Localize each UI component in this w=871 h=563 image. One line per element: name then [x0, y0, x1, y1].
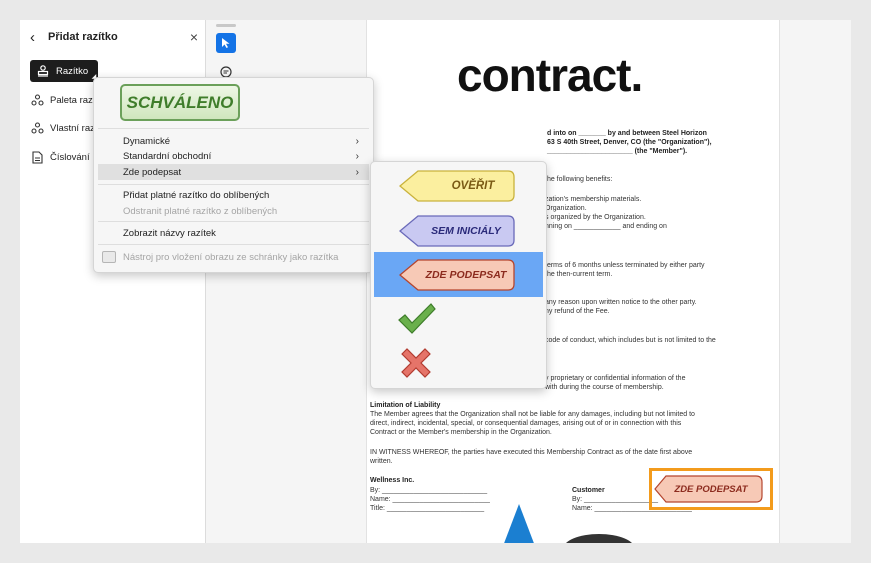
menu-item-sign-here[interactable]: Zde podepsat › — [98, 164, 369, 180]
body-line: nning on ____________ and ending on — [545, 223, 667, 230]
body-line: s organized by the Organization. — [545, 214, 646, 221]
liability-line: Contract or the Member's membership in t… — [370, 429, 552, 436]
close-icon[interactable]: × — [190, 29, 198, 45]
body-line: code of conduct, which includes but is n… — [545, 337, 716, 344]
stamp-label: OVĚŘIT — [451, 180, 495, 192]
party-left-by: By: ___________________________ — [370, 487, 488, 494]
witness-line: IN WITNESS WHEREOF, the parties have exe… — [370, 449, 693, 456]
stamp-palette-icon — [30, 93, 44, 107]
body-line: ny refund of the Fee. — [545, 308, 610, 315]
party-left-title-line: Title: _________________________ — [370, 505, 485, 512]
body-line: Organization. — [545, 205, 587, 212]
liability-line: direct, indirect, incidental, special, o… — [370, 420, 682, 427]
party-right-name: Customer — [572, 487, 605, 494]
menu-item-label: Dynamické — [123, 135, 170, 147]
party-right-by: By: ___________________ — [572, 496, 659, 503]
menu-divider — [98, 128, 369, 129]
stamp-label: ZDE PODEPSAT — [425, 269, 507, 281]
placed-stamp: ZDE PODEPSAT — [674, 483, 748, 495]
approved-stamp-preview[interactable]: SCHVÁLENO — [120, 84, 240, 121]
logo-shape — [563, 534, 635, 543]
placed-stamp-highlight[interactable]: ZDE PODEPSAT — [649, 468, 773, 510]
checkmark-icon[interactable] — [397, 302, 437, 336]
cursor-icon — [222, 38, 230, 48]
chevron-right-icon: › — [355, 150, 359, 162]
stamp-label: SEM INICIÁLY — [431, 225, 501, 237]
body-line: with during the course of membership. — [545, 384, 664, 391]
panel-header: ‹ Přidat razítko × — [30, 26, 198, 48]
panel-item-stamp[interactable]: Razítko ◢ — [30, 60, 99, 82]
sign-here-submenu: OVĚŘIT SEM INICIÁLY ZDE PODEPSAT — [370, 161, 547, 389]
select-tool-button[interactable] — [216, 33, 236, 53]
menu-item-label: Odstranit platné razítko z oblíbených — [123, 205, 278, 217]
liability-heading: Limitation of Liability — [370, 402, 441, 409]
stamp-context-menu: SCHVÁLENO Dynamické › Standardní obchodn… — [93, 77, 374, 273]
intro-line: ______________________ (the "Member"). — [547, 148, 688, 155]
document-title: contract. — [457, 49, 643, 101]
drag-handle[interactable] — [216, 24, 236, 27]
body-line: the following benefits: — [545, 176, 613, 183]
panel-item-label: Razítko — [56, 65, 89, 77]
liability-line: The Member agrees that the Organization … — [370, 411, 695, 418]
x-mark-icon[interactable] — [399, 346, 433, 380]
chevron-right-icon: › — [355, 135, 359, 147]
chevron-right-icon: › — [355, 166, 359, 178]
body-line: any reason upon written notice to the ot… — [545, 299, 697, 306]
menu-divider — [98, 184, 369, 185]
menu-item-label: Přidat platné razítko do oblíbených — [123, 189, 270, 201]
party-left-name: Wellness Inc. — [370, 477, 415, 484]
custom-stamp-icon — [30, 121, 44, 135]
menu-item-label: Standardní obchodní — [123, 150, 212, 162]
stamp-icon — [36, 64, 50, 78]
body-line: terms of 6 months unless terminated by e… — [545, 262, 705, 269]
document-icon — [30, 150, 44, 164]
menu-item-standard-business[interactable]: Standardní obchodní › — [98, 148, 369, 164]
menu-item-show-names[interactable]: Zobrazit názvy razítek — [98, 225, 369, 241]
logo-triangle — [503, 504, 535, 543]
menu-divider — [98, 244, 369, 245]
intro-line: 63 S 40th Street, Denver, CO (the "Organ… — [547, 139, 712, 146]
menu-item-dynamic[interactable]: Dynamické › — [98, 133, 369, 149]
back-arrow-icon[interactable]: ‹ — [30, 29, 48, 46]
stamp-verify[interactable]: OVĚŘIT — [398, 169, 516, 203]
menu-divider — [98, 221, 369, 222]
menu-item-add-favorite[interactable]: Přidat platné razítko do oblíbených — [98, 187, 369, 203]
intro-line: d into on _______ by and between Steel H… — [547, 130, 707, 137]
stamp-initial-here[interactable]: SEM INICIÁLY — [398, 214, 516, 248]
menu-item-remove-favorite: Odstranit platné razítko z oblíbených — [98, 203, 369, 219]
menu-item-label: Nástroj pro vložení obrazu ze schránky j… — [123, 251, 339, 263]
witness-line: written. — [370, 458, 393, 465]
party-left-name-line: Name: _________________________ — [370, 496, 490, 503]
body-line: y proprietary or confidential informatio… — [545, 375, 686, 382]
menu-item-paste-image-tool: Nástroj pro vložení obrazu ze schránky j… — [98, 249, 369, 265]
body-line: zation's membership materials. — [545, 196, 642, 203]
menu-item-label: Zde podepsat — [123, 166, 182, 178]
stamp-sign-here[interactable]: ZDE PODEPSAT — [398, 258, 516, 292]
app-frame: ‹ Přidat razítko × Razítko ◢ Paleta razí… — [20, 20, 851, 543]
panel-title: Přidat razítko — [48, 31, 118, 43]
menu-item-label: Zobrazit názvy razítek — [123, 227, 216, 239]
body-line: the then-current term. — [545, 271, 613, 278]
